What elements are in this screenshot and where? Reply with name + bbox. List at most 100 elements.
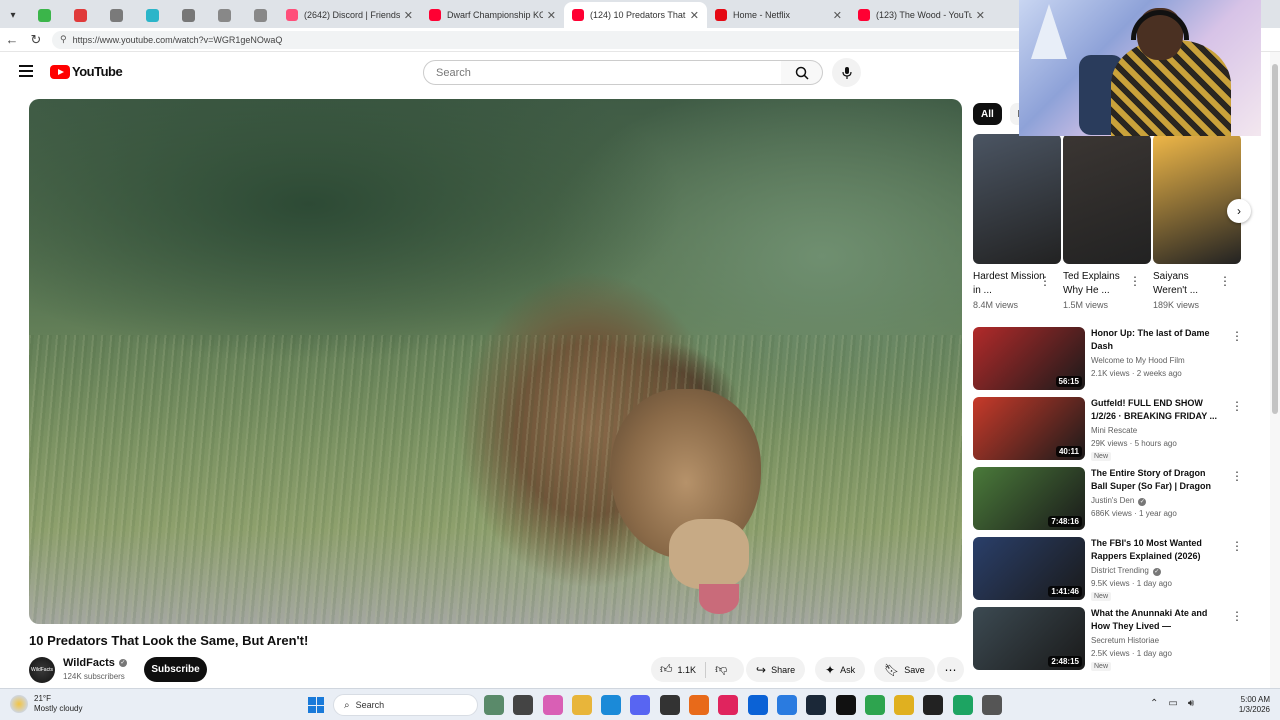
pinned-tab[interactable] [62,2,98,28]
more-vertical-icon[interactable]: ⋮ [1231,469,1243,483]
short-title[interactable]: Ted Explains Why He ... [1063,270,1135,298]
video-thumbnail[interactable]: 7:48:16 [973,467,1085,530]
taskbar-app-icon[interactable] [689,695,710,715]
video-player[interactable] [29,99,962,624]
taskbar-app-icon[interactable] [982,695,1003,715]
like-button[interactable]: 👍︎ 1.1K [651,657,705,682]
more-vertical-icon[interactable]: ⋮ [1219,274,1231,288]
channel-name[interactable]: WildFacts ✓ [63,657,127,669]
recommended-video[interactable]: 56:15 Honor Up: The last of Dame Dash Welc… [973,327,1253,397]
pinned-tab[interactable] [26,2,62,28]
taskbar-app-icon[interactable] [952,695,973,715]
taskbar-search[interactable]: ⌕ Search [333,694,478,716]
taskbar-app-icon[interactable] [601,695,622,715]
tab-search-chevron-icon[interactable]: ▾ [0,2,26,28]
video-channel[interactable]: Justin's Den ✓ [1091,496,1147,506]
weather-widget[interactable]: 21°F Mostly cloudy [10,694,82,714]
more-vertical-icon[interactable]: ⋮ [1231,609,1243,623]
video-channel[interactable]: Welcome to My Hood Film [1091,356,1185,365]
pinned-tab[interactable] [242,2,278,28]
more-vertical-icon[interactable]: ⋮ [1231,329,1243,343]
shorts-next-button[interactable]: › [1227,199,1251,223]
video-title-link[interactable]: Honor Up: The last of Dame Dash [1091,327,1221,353]
site-info-icon[interactable]: ⚲ [60,34,67,45]
video-channel[interactable]: Secretum Historiae [1091,636,1159,645]
more-actions-button[interactable]: ⋯ [937,657,964,682]
video-title-link[interactable]: What the Anunnaki Ate and How They Lived… [1091,607,1221,633]
video-thumbnail[interactable]: 1:41:46 [973,537,1085,600]
subscribe-button[interactable]: Subscribe [144,657,207,682]
menu-icon[interactable] [19,65,33,77]
taskbar-app-icon[interactable] [747,695,768,715]
scrollbar-thumb[interactable] [1272,64,1278,414]
more-vertical-icon[interactable]: ⋮ [1231,539,1243,553]
more-vertical-icon[interactable]: ⋮ [1129,274,1141,288]
windows-start-icon[interactable] [308,697,324,713]
more-vertical-icon[interactable]: ⋮ [1039,274,1051,288]
save-button[interactable]: 🔖︎ Save [874,657,935,682]
short-item[interactable]: Ted Explains Why He ... 1.5M views ⋮ [1063,134,1151,310]
browser-tab[interactable]: (2642) Discord | Friends ✕ [278,2,421,28]
video-title-link[interactable]: The FBI's 10 Most Wanted Rappers Explain… [1091,537,1221,563]
taskbar-app-icon[interactable] [571,695,592,715]
video-title-link[interactable]: Gutfeld! FULL END SHOW 1/2/26 · BREAKING… [1091,397,1221,423]
pinned-tab[interactable] [134,2,170,28]
tab-close-icon[interactable]: ✕ [547,9,556,22]
browser-tab[interactable]: (123) The Wood - YouTube ✕ [850,2,993,28]
reload-icon[interactable]: ↻ [24,28,48,52]
recommended-video[interactable]: 2:48:15 What the Anunnaki Ate and How The… [973,607,1253,677]
video-title-link[interactable]: The Entire Story of Dragon Ball Super (S… [1091,467,1221,493]
network-icon[interactable]: ▭ [1168,698,1177,709]
video-thumbnail[interactable]: 56:15 [973,327,1085,390]
pinned-tab[interactable] [170,2,206,28]
recommended-video[interactable]: 7:48:16 The Entire Story of Dragon Ball S… [973,467,1253,537]
video-thumbnail[interactable]: 2:48:15 [973,607,1085,670]
taskbar-app-icon[interactable] [894,695,915,715]
taskbar-app-icon[interactable] [835,695,856,715]
dislike-button[interactable]: 👎︎ [706,657,736,682]
taskbar-app-icon[interactable] [923,695,944,715]
taskbar-app-icon[interactable] [718,695,739,715]
taskbar-app-icon[interactable] [776,695,797,715]
recommended-video[interactable]: 1:41:46 The FBI's 10 Most Wanted Rappers … [973,537,1253,607]
video-channel[interactable]: District Trending ✓ [1091,566,1161,576]
short-item[interactable]: Hardest Mission in ... 8.4M views ⋮ [973,134,1061,310]
short-thumbnail[interactable] [1153,134,1241,264]
tray-overflow-chevron-icon[interactable]: ⌃ [1150,698,1158,709]
channel-avatar[interactable]: WildFacts [29,657,55,683]
taskbar-app-icon[interactable] [864,695,885,715]
tab-close-icon[interactable]: ✕ [690,9,699,22]
share-button[interactable]: ↪ Share [746,657,806,682]
chip-all[interactable]: All [973,103,1002,125]
pinned-tab[interactable] [206,2,242,28]
taskbar-app-icon[interactable] [513,695,534,715]
video-thumbnail[interactable]: 40:11 [973,397,1085,460]
taskbar-app-icon[interactable] [659,695,680,715]
volume-icon[interactable]: 🔊︎ [1188,698,1194,709]
tab-close-icon[interactable]: ✕ [976,9,985,22]
voice-search-button[interactable] [832,58,861,87]
more-vertical-icon[interactable]: ⋮ [1231,399,1243,413]
taskbar-clock[interactable]: 5:00 AM 1/3/2026 [1228,695,1270,715]
taskbar-app-icon[interactable] [542,695,563,715]
ask-button[interactable]: ✦ Ask [815,657,866,682]
taskbar-app-icon[interactable] [806,695,827,715]
browser-tab[interactable]: Dwarf Championship KO - Yo ✕ [421,2,564,28]
address-bar[interactable]: ⚲ https://www.youtube.com/watch?v=WGR1ge… [52,30,1032,49]
short-title[interactable]: Hardest Mission in ... [973,270,1045,298]
video-channel[interactable]: Mini Rescate [1091,426,1137,435]
tab-close-icon[interactable]: ✕ [833,9,842,22]
pinned-tab[interactable] [98,2,134,28]
tab-close-icon[interactable]: ✕ [404,9,413,22]
short-item[interactable]: Saiyans Weren't ... 189K views ⋮ [1153,134,1241,310]
page-scrollbar[interactable] [1270,52,1280,688]
short-title[interactable]: Saiyans Weren't ... [1153,270,1225,298]
search-input[interactable]: Search [423,60,783,85]
taskbar-app-icon[interactable] [484,695,504,715]
browser-tab[interactable]: Home - Netflix ✕ [707,2,850,28]
short-thumbnail[interactable] [1063,134,1151,264]
short-thumbnail[interactable] [973,134,1061,264]
back-arrow-icon[interactable]: ← [0,28,24,52]
taskbar-app-icon[interactable] [630,695,651,715]
browser-tab[interactable]: (124) 10 Predators That L ✕ [564,2,707,28]
